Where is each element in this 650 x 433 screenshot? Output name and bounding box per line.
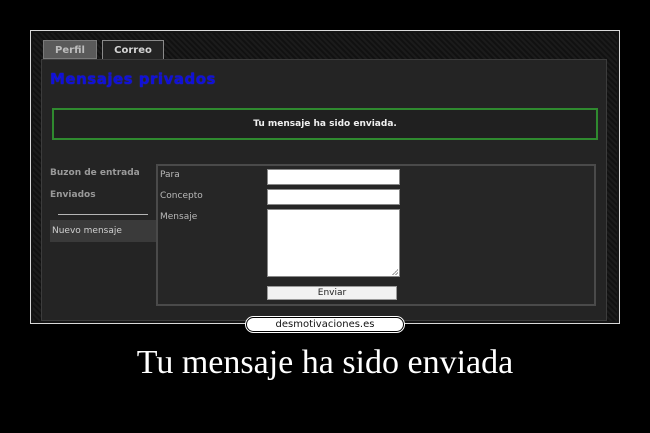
poster-caption: Tu mensaje ha sido enviada (136, 344, 514, 381)
site-logo: desmotivaciones.es (246, 317, 404, 332)
message-textarea[interactable] (267, 209, 400, 277)
subject-input[interactable] (267, 189, 400, 205)
send-button[interactable]: Enviar (267, 286, 397, 300)
success-notice-text: Tu mensaje ha sido enviada. (253, 119, 397, 129)
message-label: Mensaje (160, 212, 198, 222)
app-window: Perfil Correo Mensajes privados Tu mensa… (33, 33, 617, 321)
page-title: Mensajes privados (50, 70, 216, 88)
screenshot-frame: Perfil Correo Mensajes privados Tu mensa… (30, 30, 620, 324)
sidebar-item-sent[interactable]: Enviados (50, 190, 96, 200)
compose-form: Para Concepto Mensaje Enviar (156, 164, 596, 306)
sidebar-item-new-message[interactable]: Nuevo mensaje (50, 220, 156, 242)
success-notice: Tu mensaje ha sido enviada. (52, 108, 598, 140)
mail-panel: Mensajes privados Tu mensaje ha sido env… (41, 59, 607, 321)
subject-label: Concepto (160, 191, 203, 201)
sidebar-item-inbox[interactable]: Buzon de entrada (50, 168, 140, 178)
resize-grip-icon[interactable] (392, 269, 398, 275)
sidebar-divider (58, 214, 148, 215)
to-label: Para (160, 170, 180, 180)
tab-perfil[interactable]: Perfil (43, 40, 97, 59)
to-input[interactable] (267, 169, 400, 185)
